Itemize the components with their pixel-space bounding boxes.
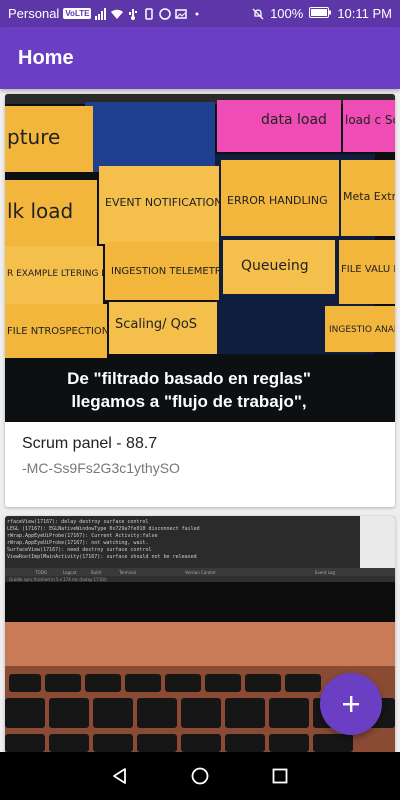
note-text: Scaling/ QoS <box>115 317 197 332</box>
video-caption-line-2: llegamos a "flujo de trabajo", <box>71 392 306 411</box>
clock: 10:11 PM <box>337 6 392 21</box>
recents-icon <box>272 768 288 784</box>
battery-icon <box>309 6 332 21</box>
video-caption-line-1: De "filtrado basado en reglas" <box>67 369 311 388</box>
terminal-line: SurfaceView(17167): need destroy surface… <box>7 547 152 553</box>
app-bar: Home <box>0 27 400 89</box>
sim-icon <box>143 7 155 20</box>
mute-icon <box>252 8 264 20</box>
note-text: INGESTIO ANALYT <box>329 325 395 335</box>
ide-tab: Build <box>91 570 102 575</box>
terminal-line: ViewRootImplMainActivity(17167): surface… <box>7 554 197 560</box>
terminal-line: LEGL (17167): EGLNativeWindowType 0x729a… <box>7 526 200 532</box>
recents-button[interactable] <box>264 760 296 792</box>
back-button[interactable] <box>104 760 136 792</box>
carrier-label: Personal <box>8 6 60 21</box>
ide-tab: Logcat <box>63 570 77 575</box>
card-image-scrum-board: pture data load load c Sche lk load EVEN… <box>5 94 395 422</box>
card-list[interactable]: pture data load load c Sche lk load EVEN… <box>0 89 400 752</box>
note-text: FILE VALU EXTRAC <box>341 264 395 275</box>
ide-status: Gradle sync finished in 5 s 174 ms (toda… <box>9 577 107 582</box>
card[interactable]: pture data load load c Sche lk load EVEN… <box>5 94 395 507</box>
note-text: FILE NTROSPECTION <box>7 326 109 337</box>
note-text: lk load <box>7 199 73 223</box>
terminal-line: rWrap.AppEyeUiProbe(17167): not watching… <box>7 540 148 546</box>
page-title: Home <box>18 46 74 69</box>
signal-icon <box>95 7 107 20</box>
ide-tab: TODO <box>34 570 47 575</box>
note-text: Queueing <box>241 258 309 274</box>
card-subtitle: -MC-Ss9Fs2G3c1ythySO <box>22 460 180 476</box>
note-text: pture <box>7 125 60 149</box>
battery-percent: 100% <box>270 6 304 21</box>
status-right: 100% 10:11 PM <box>252 6 392 21</box>
image-notification-icon <box>175 8 188 20</box>
more-notifications-icon <box>191 8 203 20</box>
volte-badge: VoLTE <box>63 8 92 19</box>
terminal-line: rfaceView(17167): delay destroy surface … <box>7 519 148 525</box>
home-icon <box>191 767 209 785</box>
back-icon <box>113 768 126 784</box>
card-text: Scrum panel - 88.7 -MC-Ss9Fs2G3c1ythySO <box>5 422 395 476</box>
card-title: Scrum panel - 88.7 <box>22 435 158 452</box>
ide-tab: Event Log <box>315 570 335 575</box>
note-text: ERROR HANDLING <box>227 194 328 207</box>
system-navigation-bar <box>0 752 400 800</box>
wifi-icon <box>111 8 124 20</box>
ide-tab: Version Control <box>185 570 215 575</box>
usb-icon <box>127 8 139 20</box>
note-text: Meta Extra <box>343 190 395 203</box>
terminal-line: rWrap.AppEyeUiProbe(17167): Current Acti… <box>7 533 158 539</box>
note-text: EVENT NOTIFICATION <box>105 196 223 209</box>
note-text: load c Sche <box>345 113 395 127</box>
whatsapp-icon <box>159 7 172 20</box>
note-text: data load <box>261 112 327 128</box>
plus-icon <box>343 696 359 712</box>
home-button[interactable] <box>184 760 216 792</box>
add-button[interactable] <box>320 673 382 735</box>
status-left: Personal VoLTE <box>8 6 203 21</box>
status-bar: Personal VoLTE 100% 10:11 PM <box>0 0 400 27</box>
note-text: INGESTION TELEMETRY <box>111 266 228 277</box>
ide-tab: Terminal <box>118 570 136 575</box>
